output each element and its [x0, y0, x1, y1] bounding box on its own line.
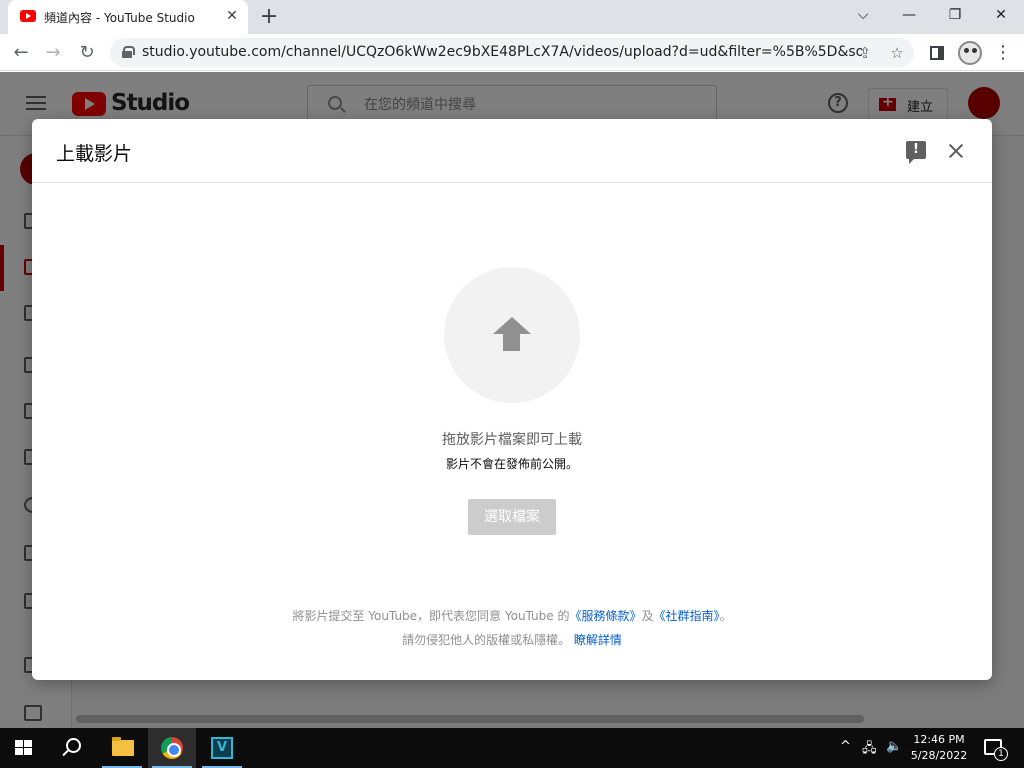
- drop-subtitle: 影片不會在發佈前公開。: [445, 457, 578, 471]
- side-panel-icon[interactable]: [924, 40, 950, 66]
- clock-time: 12:46 PM: [913, 733, 965, 746]
- bookmark-star-icon[interactable]: ☆: [886, 42, 908, 64]
- chrome-icon: [161, 737, 183, 759]
- youtube-favicon-icon: [20, 10, 36, 22]
- dialog-title: 上載影片: [56, 143, 133, 165]
- community-guidelines-link[interactable]: 《社群指南》: [654, 609, 720, 623]
- upload-video-dialog: 上載影片 拖放影片檔案即可上載 影片不會在發佈前公開。 選取檔案 將影片提交至 …: [32, 119, 992, 680]
- forward-icon[interactable]: →: [40, 40, 66, 66]
- terms-text-c: 。: [719, 609, 732, 623]
- terms-of-service-link[interactable]: 《服務條款》: [569, 609, 641, 623]
- taskbar-chrome[interactable]: [148, 728, 196, 768]
- copyright-notice: 請勿侵犯他人的版權或私隱權。 瞭解詳情: [32, 631, 992, 648]
- browser-tab-youtube-studio[interactable]: 頻道內容 - YouTube Studio ✕: [8, 0, 248, 34]
- notification-count-badge: 1: [994, 747, 1008, 761]
- volume-icon[interactable]: 🔈: [886, 739, 902, 754]
- clock-date: 5/28/2022: [910, 749, 968, 762]
- new-tab-button[interactable]: +: [256, 4, 282, 30]
- browser-tab-strip: 頻道內容 - YouTube Studio ✕ + ⌵ — ❐ ✕: [0, 0, 1024, 34]
- tab-search-icon[interactable]: ⌵: [840, 0, 886, 30]
- close-icon[interactable]: [944, 139, 968, 163]
- terms-text-b: 及: [641, 609, 654, 623]
- terms-notice: 將影片提交至 YouTube，即代表您同意 YouTube 的《服務條款》及《社…: [32, 607, 992, 624]
- window-close-button[interactable]: ✕: [978, 0, 1024, 30]
- copyright-text: 請勿侵犯他人的版權或私隱權。: [402, 633, 571, 647]
- network-icon[interactable]: 🖧: [862, 739, 877, 761]
- dialog-header: 上載影片: [32, 119, 992, 183]
- tray-chevron-icon[interactable]: ^: [840, 739, 851, 754]
- taskbar-file-explorer[interactable]: [98, 728, 146, 768]
- chrome-menu-icon[interactable]: ⋮: [990, 40, 1016, 66]
- taskbar-v-app[interactable]: V: [198, 728, 246, 768]
- reload-icon[interactable]: ↻: [74, 40, 100, 66]
- select-files-button[interactable]: 選取檔案: [468, 499, 556, 535]
- lock-icon[interactable]: [122, 46, 135, 58]
- tab-close-icon[interactable]: ✕: [222, 6, 242, 26]
- profile-avatar[interactable]: [958, 41, 982, 65]
- windows-start-icon[interactable]: [15, 740, 32, 756]
- share-icon[interactable]: ⇪: [854, 42, 876, 64]
- back-icon[interactable]: ←: [8, 40, 34, 66]
- windows-taskbar: V ^ 🖧 🔈 12:46 PM 5/28/2022 1: [0, 728, 1024, 768]
- address-bar[interactable]: studio.youtube.com/channel/UCQzO6kWw2ec9…: [110, 38, 914, 67]
- feedback-icon[interactable]: [906, 141, 926, 164]
- minimize-button[interactable]: —: [886, 0, 932, 30]
- folder-icon: [112, 737, 134, 756]
- upload-arrow-icon: [492, 317, 532, 357]
- taskbar-search-icon[interactable]: [62, 738, 81, 756]
- url-text[interactable]: studio.youtube.com/channel/UCQzO6kWw2ec9…: [142, 44, 862, 60]
- restore-button[interactable]: ❐: [932, 0, 978, 30]
- tab-title: 頻道內容 - YouTube Studio: [44, 11, 195, 25]
- upload-drop-zone[interactable]: [444, 267, 580, 403]
- taskbar-clock[interactable]: 12:46 PM 5/28/2022: [904, 732, 974, 764]
- drop-title: 拖放影片檔案即可上載: [442, 432, 582, 448]
- browser-toolbar: ← → ↻ studio.youtube.com/channel/UCQzO6k…: [0, 34, 1024, 71]
- v-app-icon: V: [211, 737, 233, 759]
- learn-more-link[interactable]: 瞭解詳情: [574, 633, 622, 647]
- terms-text-a: 將影片提交至 YouTube，即代表您同意 YouTube 的: [292, 609, 570, 623]
